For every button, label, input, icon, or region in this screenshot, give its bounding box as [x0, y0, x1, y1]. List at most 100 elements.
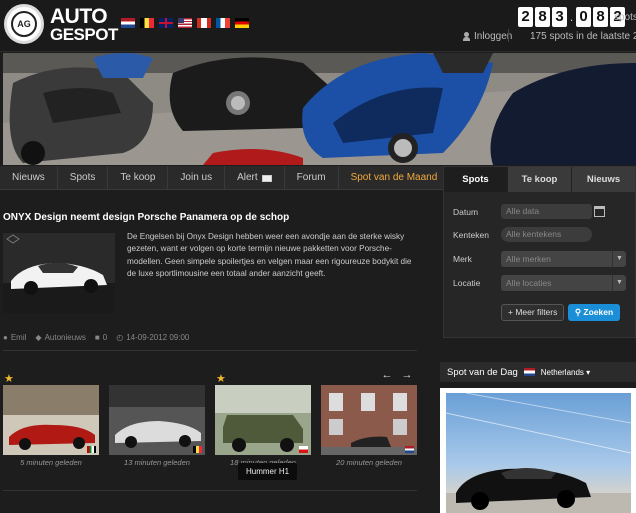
datum-label: Datum — [453, 207, 479, 217]
nav-label: Spot van de Maand — [350, 172, 438, 183]
gallery-image — [3, 385, 99, 455]
merk-label: Merk — [453, 254, 472, 264]
chevron-down-icon: ▼ — [612, 275, 626, 291]
gallery-thumbnail[interactable] — [321, 385, 417, 455]
flag-us-icon[interactable] — [178, 18, 192, 28]
flag-be-icon — [193, 446, 202, 453]
comments[interactable]: ■ 0 — [95, 333, 107, 342]
gallery-item[interactable]: 20 minuten geleden — [321, 385, 417, 467]
nav-label: Join us — [180, 172, 213, 183]
search-button[interactable]: ⚲ Zoeken — [568, 304, 620, 321]
gallery-item[interactable]: 5 minuten geleden — [3, 385, 99, 467]
nav-label: Nieuws — [12, 172, 45, 183]
site-logo-text[interactable]: AUTO GESPOT — [50, 6, 118, 43]
counter-digit: 3 — [552, 7, 567, 27]
thumbnail-tooltip: Hummer H1 — [238, 463, 298, 480]
more-filters-button[interactable]: + Meer filters — [501, 304, 565, 321]
nav-item-spot-van-de-maand[interactable]: Spot van de Maand — [339, 166, 451, 190]
tab-te-koop[interactable]: Te koop — [507, 167, 571, 192]
spot-of-the-day-image[interactable] — [440, 388, 636, 513]
article-title[interactable]: ONYX Design neemt design Porsche Panamer… — [3, 212, 289, 223]
flag-fr-icon[interactable] — [216, 18, 230, 28]
nav-label: Forum — [296, 172, 326, 183]
hero-banner[interactable] — [3, 53, 636, 165]
nav-item-te-koop[interactable]: Te koop — [108, 166, 169, 190]
counter-digit: 8 — [593, 7, 608, 27]
locatie-label: Locatie — [453, 278, 481, 288]
chevron-down-icon: ▼ — [612, 251, 626, 267]
author[interactable]: ● Emil — [3, 333, 26, 342]
flag-ca-icon[interactable] — [197, 18, 211, 28]
category-name: Autonieuws — [44, 333, 86, 342]
gallery-prev-button[interactable]: ← — [380, 368, 394, 382]
article-thumbnail[interactable] — [3, 233, 115, 313]
flag-de-icon[interactable] — [235, 18, 249, 28]
search-icon: ⚲ — [574, 307, 582, 317]
gallery-item[interactable]: 18 minuten geleden — [215, 385, 311, 467]
locatie-value: Alle locaties — [506, 278, 552, 288]
author-name: Emil — [10, 333, 27, 342]
search-tabs: Spots Te koop Nieuws — [444, 167, 635, 192]
hero-image — [3, 53, 636, 165]
kenteken-input[interactable]: Alle kentekens — [501, 227, 592, 242]
gallery-time: 20 minuten geleden — [336, 458, 402, 467]
flag-cz-icon — [299, 446, 308, 453]
nav-label: Alert — [237, 172, 258, 183]
category[interactable]: ◆ Autonieuws — [35, 333, 86, 342]
country-select[interactable]: Netherlands ▾ — [541, 368, 590, 377]
user-icon: ● — [3, 333, 8, 342]
site-logo[interactable]: AG — [4, 4, 44, 44]
star-icon: ★ — [4, 373, 14, 385]
locatie-select[interactable]: Alle locaties ▼ — [501, 275, 626, 291]
login-link[interactable]: Inloggen — [463, 31, 512, 42]
tab-spots[interactable]: Spots — [444, 167, 507, 192]
article-meta: ● Emil ◆ Autonieuws ■ 0 ◴ 14-09-2012 09:00 — [3, 333, 189, 342]
gallery-thumbnail[interactable] — [215, 385, 311, 455]
flag-gb-icon[interactable] — [159, 18, 173, 28]
article-body: De Engelsen bij Onyx Design hebben weer … — [127, 232, 412, 279]
datum-input[interactable]: Alle data — [501, 204, 592, 219]
gallery-next-button[interactable]: → — [400, 368, 414, 382]
spot-photo — [446, 393, 631, 513]
nav-item-alert[interactable]: Alert — [225, 166, 285, 190]
nav-item-forum[interactable]: Forum — [285, 166, 339, 190]
gallery-image — [109, 385, 205, 455]
logo-badge: AG — [11, 11, 37, 37]
section-divider — [3, 350, 417, 351]
spots-today: 175 spots in de laatste 24 uur — [530, 31, 636, 42]
gallery-thumbnail[interactable] — [109, 385, 205, 455]
kenteken-label: Kenteken — [453, 230, 489, 240]
clock-icon: ◴ — [116, 333, 124, 342]
gallery-thumbnail[interactable] — [3, 385, 99, 455]
nav-item-spots[interactable]: Spots — [58, 166, 109, 190]
comment-icon: ■ — [94, 333, 100, 342]
nav-label: Spots — [69, 172, 96, 183]
country-value: Netherlands — [540, 367, 584, 377]
nav-item-nieuws[interactable]: Nieuws — [0, 166, 58, 190]
nav-label: Te koop — [120, 172, 156, 183]
flag-be-icon[interactable] — [140, 18, 154, 28]
post-date: 14-09-2012 09:00 — [126, 333, 190, 342]
gallery-item[interactable]: 13 minuten geleden — [109, 385, 205, 467]
comment-count: 0 — [102, 333, 108, 342]
flag-nl-icon[interactable] — [121, 18, 135, 28]
nav-item-join-us[interactable]: Join us — [168, 166, 226, 190]
section-divider — [3, 490, 417, 491]
flag-ae-icon — [87, 446, 96, 453]
article-image — [3, 233, 115, 313]
flag-nl-icon — [405, 446, 414, 453]
counter-digit: 8 — [535, 7, 550, 27]
calendar-icon[interactable] — [594, 206, 605, 217]
spot-counter: 2 8 3 . 0 8 2 — [518, 7, 625, 27]
merk-select[interactable]: Alle merken ▼ — [501, 251, 626, 267]
header-divider — [508, 29, 509, 42]
counter-label: spots — [614, 12, 636, 23]
user-icon — [463, 32, 470, 41]
gallery-image — [321, 385, 417, 455]
mail-icon — [261, 174, 272, 182]
search-panel: Spots Te koop Nieuws Datum Alle data Ken… — [443, 166, 636, 338]
gallery-time: 5 minuten geleden — [20, 458, 82, 467]
tab-nieuws[interactable]: Nieuws — [571, 167, 635, 192]
date: ◴ 14-09-2012 09:00 — [116, 333, 189, 342]
search-label: Zoeken — [583, 307, 614, 317]
